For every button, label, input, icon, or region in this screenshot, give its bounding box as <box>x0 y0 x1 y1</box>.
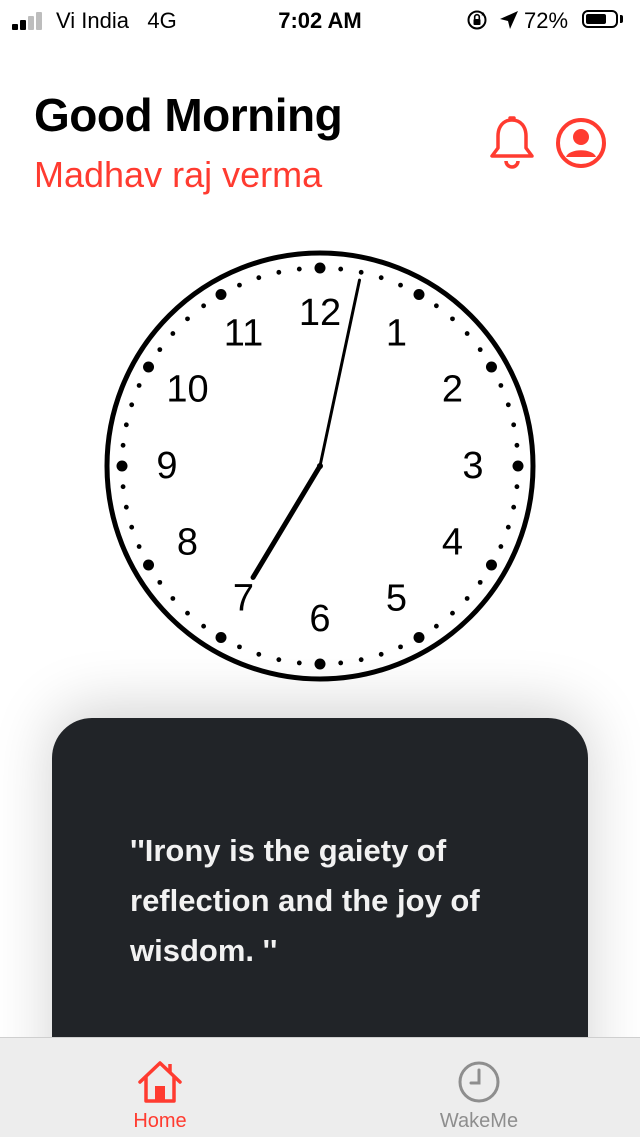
minute-tick <box>477 579 483 585</box>
quote-text: ''Irony is the gaiety of reflection and … <box>130 833 480 968</box>
minute-tick <box>237 282 242 288</box>
hour-tick <box>143 361 155 373</box>
profile-icon <box>556 118 606 168</box>
battery-nub <box>620 15 623 23</box>
clock-numeral-6: 6 <box>309 598 330 640</box>
clock-numeral-8: 8 <box>177 522 198 564</box>
hour-tick <box>215 289 227 301</box>
minute-tick <box>433 303 439 309</box>
hour-tick <box>413 631 425 643</box>
minute-tick <box>185 316 190 322</box>
minute-tick <box>170 596 176 601</box>
minute-tick <box>433 623 439 629</box>
minute-tick <box>136 383 142 388</box>
tab-bar: Home WakeMe <box>0 1037 640 1137</box>
tab-home-label: Home <box>133 1110 187 1132</box>
minute-tick <box>450 610 455 616</box>
minute-tick <box>129 524 135 530</box>
tab-home[interactable]: Home <box>80 1038 240 1137</box>
minute-tick <box>123 422 129 428</box>
clock-numeral-10: 10 <box>166 369 208 411</box>
minute-tick <box>450 316 455 322</box>
battery-percent: 72% <box>524 8 569 33</box>
clock-numeral-9: 9 <box>156 445 177 487</box>
minute-tick <box>498 383 504 388</box>
clock-icon <box>458 1061 500 1103</box>
minute-tick <box>358 657 364 663</box>
battery-icon <box>582 10 618 28</box>
minute-tick <box>237 644 242 650</box>
minute-tick <box>201 623 207 629</box>
notifications-button[interactable] <box>486 114 538 170</box>
minute-tick <box>296 660 302 666</box>
clock-numeral-3: 3 <box>462 445 483 487</box>
orientation-lock-icon <box>467 10 487 30</box>
clock-numeral-4: 4 <box>442 522 463 564</box>
battery-fill <box>586 14 606 24</box>
minute-tick <box>338 660 344 666</box>
clock-numeral-11: 11 <box>224 313 263 355</box>
analog-clock: 12 12 3 45 6 789 10 11 <box>104 250 536 682</box>
minute-tick <box>296 266 302 272</box>
clock-center <box>317 463 323 469</box>
clock-numeral-7: 7 <box>233 578 254 620</box>
location-arrow-icon <box>500 11 518 29</box>
hour-tick <box>512 460 524 472</box>
minute-tick <box>505 524 511 530</box>
minute-tick <box>358 269 364 275</box>
minute-tick <box>338 266 344 272</box>
minute-tick <box>505 402 511 408</box>
minute-tick <box>185 610 190 616</box>
user-name: Madhav raj verma <box>34 154 323 195</box>
minute-tick <box>201 303 207 309</box>
hour-tick <box>215 631 227 643</box>
hour-tick <box>116 460 128 472</box>
minute-tick <box>511 422 517 428</box>
minute-tick <box>136 544 142 549</box>
hour-tick <box>485 559 497 571</box>
minute-tick <box>514 484 520 490</box>
minute-tick <box>256 651 262 657</box>
clock-numeral-12: 12 <box>299 292 341 334</box>
greeting-title: Good Morning <box>34 89 343 141</box>
bell-icon <box>490 116 534 169</box>
hour-tick <box>485 361 497 373</box>
clock-numeral-1: 1 <box>386 313 407 355</box>
minute-tick <box>276 269 282 275</box>
minute-tick <box>398 644 403 650</box>
minute-tick <box>123 504 129 510</box>
hour-tick <box>314 262 326 274</box>
clock-numeral-2: 2 <box>442 369 463 411</box>
minute-tick <box>157 347 163 353</box>
minute-tick <box>378 275 384 281</box>
tab-wakeme-label: WakeMe <box>439 1110 519 1132</box>
hour-tick <box>413 289 425 301</box>
minute-tick <box>170 331 176 336</box>
minute-tick <box>464 596 470 601</box>
minute-tick <box>378 651 384 657</box>
minute-tick <box>511 504 517 510</box>
minute-tick <box>514 442 520 448</box>
profile-button[interactable] <box>554 116 608 170</box>
minute-tick <box>498 544 504 549</box>
minute-tick <box>477 347 483 353</box>
clock-numeral-5: 5 <box>386 578 407 620</box>
hour-tick <box>314 658 326 670</box>
minute-tick <box>276 657 282 663</box>
minute-tick <box>120 484 126 490</box>
home-icon <box>138 1061 182 1103</box>
minute-tick <box>120 442 126 448</box>
minute-tick <box>464 331 470 336</box>
minute-tick <box>398 282 403 288</box>
status-bar: Vi India 4G 7:02 AM 72% <box>0 0 640 40</box>
tab-wakeme[interactable]: WakeMe <box>399 1038 559 1137</box>
minute-tick <box>129 402 135 408</box>
hour-tick <box>143 559 155 571</box>
minute-tick <box>256 275 262 281</box>
minute-tick <box>157 579 163 585</box>
